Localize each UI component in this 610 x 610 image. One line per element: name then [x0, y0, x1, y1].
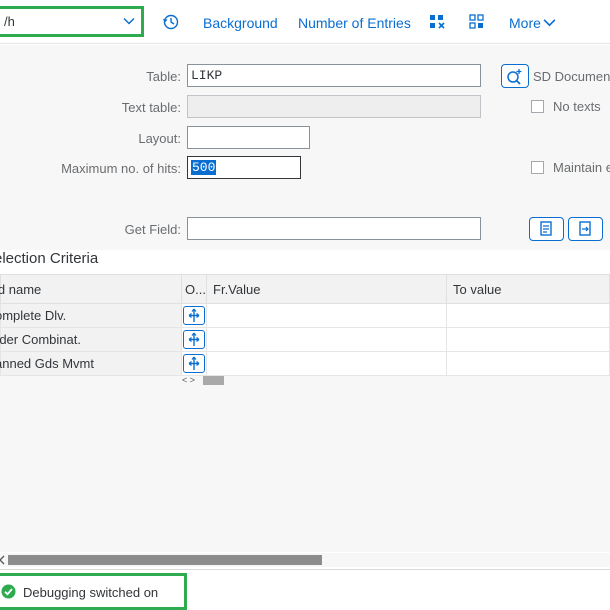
from-value-cell[interactable]	[206, 303, 447, 328]
column-header-to-value[interactable]: To value	[446, 274, 610, 304]
toolbar: /h Background Number of Entries More	[0, 0, 610, 44]
document-insert-icon	[540, 221, 552, 236]
get-field-button-2[interactable]	[568, 217, 603, 241]
field-name-cell: anned Gds Mvmt	[0, 351, 183, 376]
selection-option-icon	[188, 356, 200, 370]
selection-criteria-grid: ld name O... Fr.Value To value omplete D…	[0, 274, 610, 552]
layout-input[interactable]	[187, 126, 310, 149]
main-horizontal-scrollbar[interactable]	[0, 553, 610, 567]
option-cell	[181, 351, 208, 376]
to-value-cell[interactable]	[446, 303, 610, 328]
check-table-button[interactable]	[501, 64, 529, 88]
column-header-from-value[interactable]: Fr.Value	[206, 274, 447, 304]
main-scrollbar-thumb[interactable]	[8, 555, 322, 565]
table-input[interactable]: LIKP	[187, 64, 481, 87]
to-value-cell[interactable]	[446, 351, 610, 376]
table-row: omplete Dlv.	[0, 303, 610, 328]
criteria-table: ld name O... Fr.Value To value omplete D…	[0, 274, 610, 376]
field-name-cell: omplete Dlv.	[0, 303, 183, 328]
grid-settings-icon[interactable]	[428, 13, 446, 31]
more-menu-button[interactable]: More	[509, 15, 541, 31]
selection-option-icon	[188, 332, 200, 346]
text-table-input	[187, 95, 481, 118]
table-description: SD Documen	[533, 69, 610, 84]
get-field-label: Get Field:	[124, 222, 181, 237]
maintain-entries-label: Maintain e	[553, 160, 610, 175]
document-transfer-icon	[579, 221, 591, 236]
chevron-down-icon[interactable]	[542, 15, 557, 30]
number-of-entries-button[interactable]: Number of Entries	[298, 15, 411, 31]
text-table-label: Text table:	[121, 100, 181, 115]
get-field-button-1[interactable]	[529, 217, 564, 241]
status-bar: Debugging switched on	[0, 569, 610, 610]
from-value-cell[interactable]	[206, 351, 447, 376]
from-value-cell[interactable]	[206, 327, 447, 352]
table-row: anned Gds Mvmt	[0, 351, 610, 376]
success-icon	[1, 584, 16, 599]
max-hits-label: Maximum no. of hits:	[61, 161, 181, 176]
field-name-cell: rder Combinat.	[0, 327, 183, 352]
no-texts-label: No texts	[553, 99, 601, 114]
no-texts-checkbox[interactable]	[531, 100, 544, 113]
table-search-icon	[507, 69, 522, 85]
maintain-entries-checkbox[interactable]	[531, 161, 544, 174]
grid-layout-icon[interactable]	[468, 13, 486, 31]
table-label: Table:	[146, 69, 181, 84]
option-cell	[181, 303, 208, 328]
get-field-input[interactable]	[187, 217, 481, 240]
max-hits-value[interactable]: 500	[191, 160, 217, 175]
status-message[interactable]: Debugging switched on	[0, 573, 187, 610]
selection-option-button[interactable]	[183, 330, 206, 349]
selection-criteria-title: election Criteria	[0, 250, 99, 267]
grid-scrollbar-thumb[interactable]	[203, 376, 224, 385]
scroll-left-icon[interactable]	[0, 553, 6, 567]
layout-label: Layout:	[138, 131, 181, 146]
to-value-cell[interactable]	[446, 327, 610, 352]
option-cell	[181, 327, 208, 352]
history-icon[interactable]	[162, 13, 180, 31]
background-button[interactable]: Background	[203, 15, 278, 31]
column-header-option[interactable]: O...	[181, 274, 208, 304]
selection-option-button[interactable]	[183, 354, 206, 373]
column-header-field-name[interactable]: ld name	[0, 274, 183, 304]
command-field-value[interactable]: /h	[4, 14, 15, 29]
grid-scroll-arrows[interactable]: < >	[182, 375, 195, 386]
chevron-down-icon[interactable]	[122, 14, 136, 28]
table-row: rder Combinat.	[0, 327, 610, 352]
command-field[interactable]: /h	[0, 6, 144, 37]
selection-option-icon	[188, 308, 200, 322]
max-hits-input[interactable]: 500	[187, 156, 301, 179]
selection-form: Table: LIKP SD Documen Text table: No te…	[0, 45, 610, 250]
status-message-text: Debugging switched on	[23, 585, 159, 600]
selection-option-button[interactable]	[183, 306, 206, 325]
